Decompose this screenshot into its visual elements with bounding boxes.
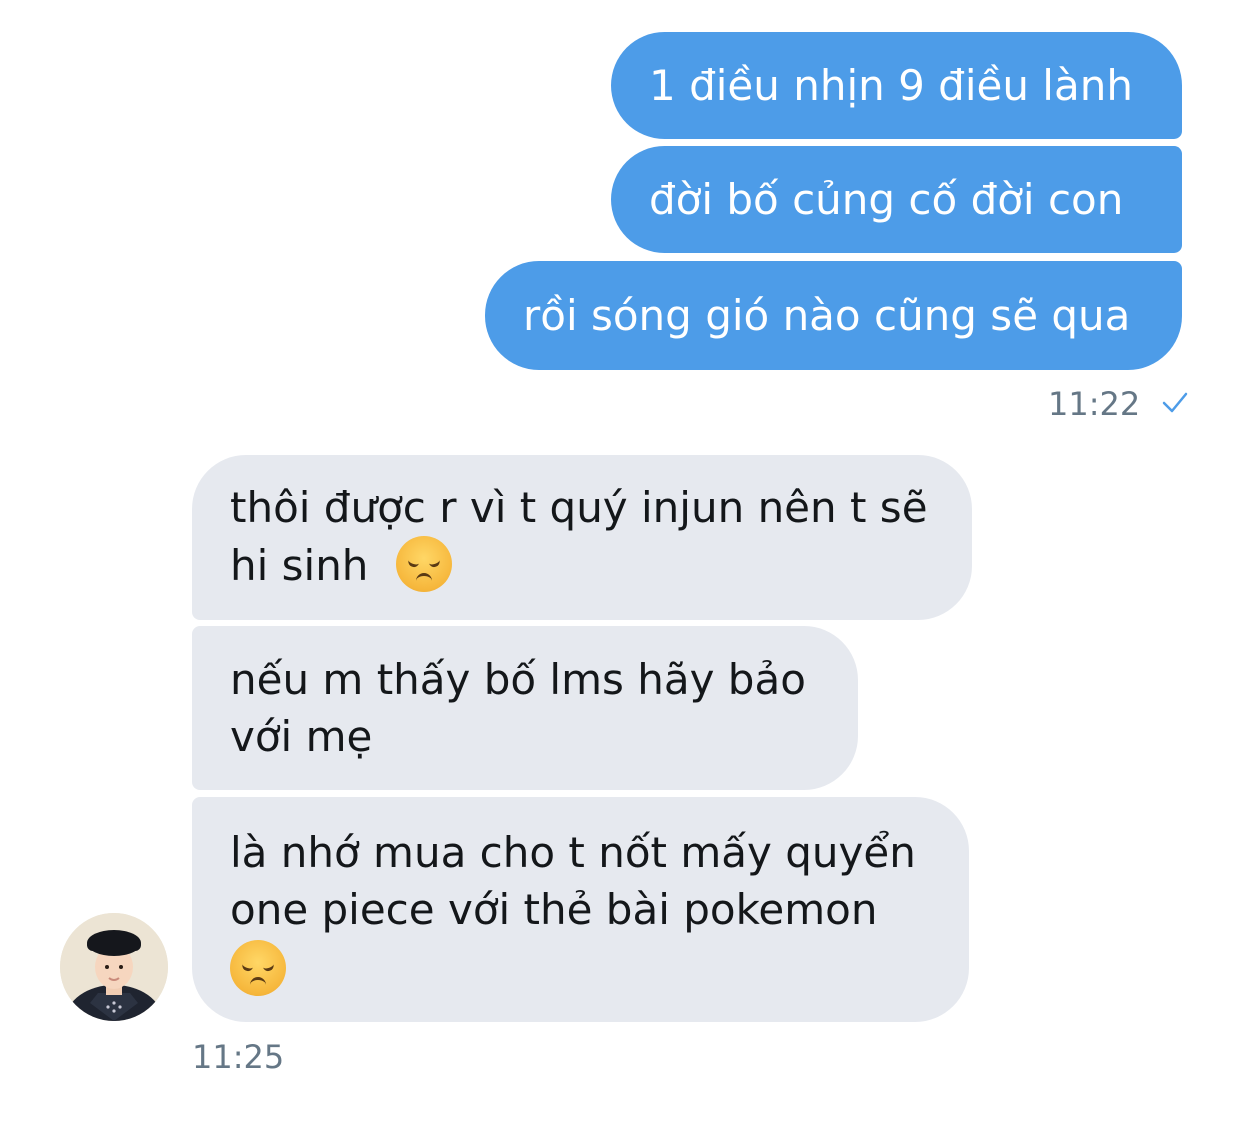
sent-message-bubble[interactable]: đời bố củng cố đời con	[611, 146, 1182, 253]
received-message-line-with-emoji: hi sinh	[230, 536, 934, 594]
avatar[interactable]	[60, 913, 168, 1021]
received-message-line: nếu m thấy bố lms hãy bảo	[230, 655, 806, 704]
received-message-line: hi sinh	[230, 541, 369, 590]
sent-timestamp: 11:22	[1048, 385, 1190, 426]
received-timestamp: 11:25	[192, 1038, 285, 1076]
received-message-line: với mẹ	[230, 712, 373, 761]
received-message-line: là nhớ mua cho t nốt mấy quyển	[230, 828, 916, 877]
sent-message-bubble[interactable]: 1 điều nhịn 9 điều lành	[611, 32, 1182, 139]
received-message-bubble[interactable]: thôi được r vì t quý injun nên t sẽ hi s…	[192, 455, 972, 620]
checkmark-icon	[1160, 388, 1190, 426]
received-message-emoji-line	[230, 938, 931, 998]
sent-message-text: 1 điều nhịn 9 điều lành	[649, 61, 1133, 110]
sent-message-text: rồi sóng gió nào cũng sẽ qua	[523, 291, 1131, 340]
avatar-image	[60, 913, 168, 1021]
disappointed-face-icon	[230, 940, 286, 996]
sent-time-text: 11:22	[1048, 385, 1141, 423]
received-message-bubble[interactable]: nếu m thấy bố lms hãy bảo với mẹ	[192, 626, 858, 790]
received-message-line: one piece với thẻ bài pokemon	[230, 885, 878, 934]
received-message-line: thôi được r vì t quý injun nên t sẽ	[230, 483, 928, 532]
sent-message-text: đời bố củng cố đời con	[649, 175, 1124, 224]
sent-message-bubble[interactable]: rồi sóng gió nào cũng sẽ qua	[485, 261, 1182, 370]
disappointed-face-icon	[395, 536, 452, 592]
received-message-bubble[interactable]: là nhớ mua cho t nốt mấy quyển one piece…	[192, 797, 969, 1022]
